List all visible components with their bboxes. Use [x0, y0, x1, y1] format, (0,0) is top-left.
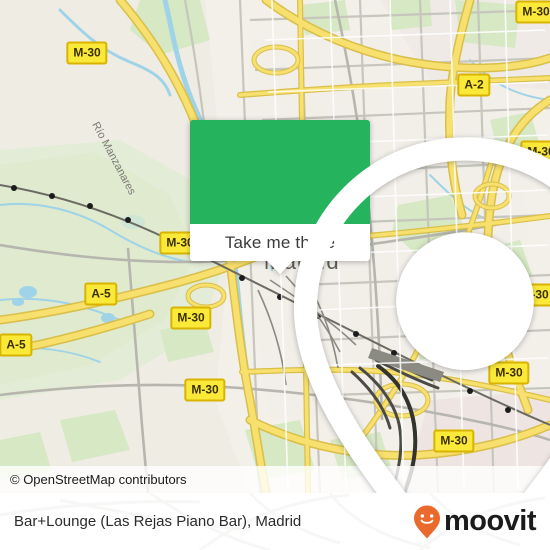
map-canvas[interactable]: Río Manzanares Madrid M-30A-2M-30M-30M-3… [0, 0, 550, 493]
road-shield: A-5 [84, 282, 118, 306]
road-shield: A-2 [457, 73, 491, 97]
callout-pointer [267, 261, 293, 274]
footer-content: Bar+Lounge (Las Rejas Piano Bar), Madrid… [0, 493, 550, 550]
place-callout[interactable]: Take me there [190, 120, 550, 493]
moovit-wordmark: moovit [443, 505, 537, 537]
map-pin-icon [293, 137, 550, 493]
road-shield: M-30 [66, 41, 108, 65]
footer-bar: Bar+Lounge (Las Rejas Piano Bar), Madrid… [0, 493, 550, 550]
moovit-smiling-pin-icon [413, 505, 440, 538]
moovit-place-card: Río Manzanares Madrid M-30A-2M-30M-30M-3… [0, 0, 550, 550]
road-shield: A-5 [0, 333, 33, 357]
road-shield: M-30 [515, 0, 550, 24]
moovit-brand[interactable]: moovit [412, 504, 537, 540]
place-title: Bar+Lounge (Las Rejas Piano Bar), Madrid [14, 513, 302, 530]
callout-image-area [190, 120, 550, 493]
osm-attribution-text[interactable]: © OpenStreetMap contributors [0, 472, 187, 487]
